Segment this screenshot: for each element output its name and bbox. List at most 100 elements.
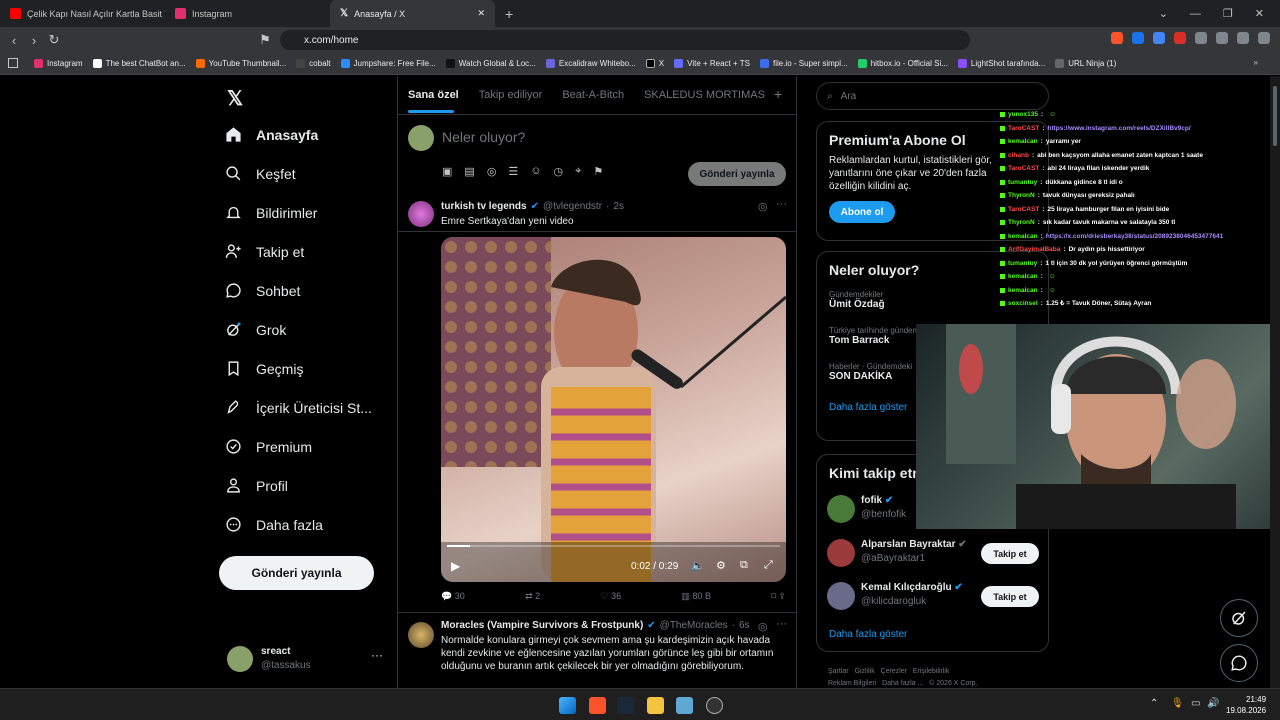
forward-button[interactable]: › [24,33,44,48]
url-bar[interactable]: x.com/home [280,30,970,50]
nav-more[interactable]: Daha fazla [225,516,323,533]
video-progress-track[interactable] [447,545,780,547]
tweet-handle[interactable]: @TheMoracles [660,620,728,631]
vpn-icon[interactable] [1237,32,1249,44]
post-button[interactable]: Gönderi yayınla [219,556,374,590]
brave-shield-icon[interactable] [1111,32,1123,44]
bookmark-item[interactable]: Instagram [34,59,83,68]
bookmark-button[interactable]: ⌑ ⇪ [771,591,786,602]
minimize-button[interactable]: — [1190,8,1201,20]
extension-icon[interactable] [1216,32,1228,44]
close-window-button[interactable]: ✕ [1255,7,1264,20]
location-icon[interactable]: ⌖ [575,165,581,178]
follow-suggestion[interactable]: Kemal Kılıçdaroğlu ✔ @kilicdarogluk Taki… [827,582,1039,616]
tweet-time[interactable]: 2s [613,201,624,212]
bookmark-item[interactable]: URL Ninja (1) [1055,59,1116,68]
avatar[interactable] [408,201,434,227]
volume-icon[interactable]: 🔈 [691,559,705,572]
chevron-down-icon[interactable]: ⌄ [1159,7,1168,20]
grok-icon[interactable]: ◎ [758,200,768,213]
follow-button[interactable]: Takip et [981,586,1039,607]
reload-button[interactable]: ↻ [44,32,64,48]
maximize-button[interactable]: ❐ [1223,7,1233,20]
nav-follow[interactable]: Takip et [225,243,304,260]
page-scrollbar[interactable] [1270,76,1280,688]
bookmark-item[interactable]: X [645,59,664,68]
bookmark-item[interactable]: YouTube Thumbnail... [195,59,286,68]
scrollbar-thumb[interactable] [1273,86,1277,146]
grok-icon[interactable]: ◎ [758,620,768,633]
messages-float-button[interactable] [1220,644,1258,682]
x-logo-icon[interactable]: 𝕏 [227,86,243,111]
bookmark-item[interactable]: file.io - Super simpl... [759,59,848,68]
footer-link[interactable]: Daha fazla ... [882,680,923,687]
subscribe-button[interactable]: Abone ol [829,201,895,223]
puzzle-icon[interactable] [1195,32,1207,44]
footer-link[interactable]: Gizlilik [854,668,874,675]
nav-explore[interactable]: Keşfet [225,165,296,182]
new-tab-button[interactable]: + [505,6,513,22]
steam-icon[interactable] [617,697,634,714]
bookmark-icon[interactable]: ⚑ [255,32,275,48]
like-button[interactable]: ♡ 36 [600,591,621,602]
more-bookmarks-icon[interactable]: » [1254,58,1258,67]
file-explorer-icon[interactable] [647,697,664,714]
apps-icon[interactable] [8,58,18,68]
gif-icon[interactable]: ▤ [464,165,474,178]
settings-icon[interactable]: ⚙ [716,559,726,572]
fullscreen-icon[interactable]: ⤢ [764,559,773,572]
app-icon[interactable] [676,697,693,714]
tab-following[interactable]: Takip ediliyor [469,89,553,101]
tab-list-1[interactable]: Beat-A-Bitch [552,89,634,101]
footer-link[interactable]: Çerezler [881,668,907,675]
nav-grok[interactable]: Grok [225,321,286,338]
schedule-icon[interactable]: ◷ [554,165,564,178]
pip-icon[interactable]: ⧉ [740,559,748,572]
emoji-icon[interactable]: ☺ [530,165,541,178]
nav-bookmarks[interactable]: Geçmiş [225,360,303,377]
retweet-button[interactable]: ⇄ 2 [525,591,540,602]
extension-icon[interactable] [1174,32,1186,44]
more-icon[interactable]: ··· [776,618,787,630]
tab-for-you[interactable]: Sana özel [398,89,469,101]
tweet[interactable]: Moracles (Vampire Survivors & Frostpunk)… [398,614,796,688]
browser-tab-1[interactable]: Çelik Kapı Nasıl Açılır Kartla Basit Yön [0,0,165,27]
footer-link[interactable]: Şartlar [828,668,849,675]
tray-chevron-icon[interactable]: ⌃ [1150,698,1158,709]
bookmark-item[interactable]: Vite + React + TS [674,59,750,68]
grok-icon[interactable]: ◎ [487,165,497,178]
avatar[interactable] [408,622,434,648]
menu-icon[interactable] [1258,32,1270,44]
extension-icon[interactable] [1153,32,1165,44]
microphone-icon[interactable]: 🎙 [1171,698,1184,709]
tweet-author[interactable]: Moracles (Vampire Survivors & Frostpunk) [441,620,643,631]
clock[interactable]: 21:49 19.08.2026 [1226,694,1266,716]
compose-input[interactable]: Neler oluyor? [442,129,525,145]
tab-list-2[interactable]: SKALEDUS MORTIMAS [634,89,775,101]
browser-tab-2[interactable]: Instagram [165,0,330,27]
footer-link[interactable]: Reklam Bilgileri [828,680,876,687]
follow-suggestion[interactable]: Alparslan Bayraktar ✔ @aBayraktar1 Takip… [827,539,1039,573]
bookmark-item[interactable]: LightShot tarafında... [957,59,1045,68]
windows-start-icon[interactable] [559,697,576,714]
more-icon[interactable]: ··· [371,648,383,662]
bookmark-item[interactable]: cobalt [296,59,331,68]
flag-icon[interactable]: ⚑ [593,165,603,178]
volume-icon[interactable]: 🔊 [1207,698,1219,709]
bookmark-item[interactable]: Jumpshare: Free File... [340,59,436,68]
image-icon[interactable]: ▣ [442,165,452,178]
show-more-link[interactable]: Daha fazla göster [829,629,907,640]
poll-icon[interactable]: ☰ [508,165,518,178]
bookmark-item[interactable]: The best ChatBot an... [92,59,186,68]
follow-button[interactable]: Takip et [981,543,1039,564]
brave-icon[interactable] [589,697,606,714]
bookmark-item[interactable]: Watch Global & Loc... [445,59,536,68]
tweet-handle[interactable]: @tvlegendstr [543,201,602,212]
extension-icon[interactable] [1132,32,1144,44]
close-icon[interactable]: ✕ [477,8,485,19]
footer-link[interactable]: Erişilebilirlik [913,668,950,675]
back-button[interactable]: ‹ [4,33,24,48]
tweet-time[interactable]: 6s [739,620,750,631]
reply-button[interactable]: 💬 30 [441,591,465,602]
nav-profile[interactable]: Profil [225,477,288,494]
